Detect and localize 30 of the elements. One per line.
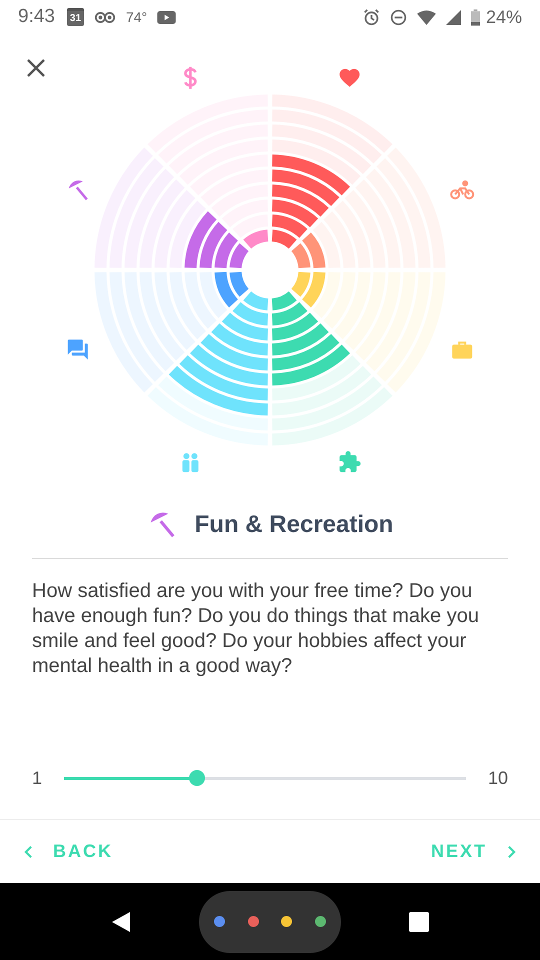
wifi-icon	[416, 10, 436, 24]
bicycle-icon[interactable]	[450, 180, 474, 200]
play-icon	[157, 10, 176, 24]
overview-icon[interactable]	[409, 912, 429, 932]
dollar-icon[interactable]	[184, 66, 197, 90]
back-button[interactable]: BACK	[20, 837, 117, 866]
slider-max-label: 10	[488, 768, 508, 788]
clock-time: 9:43	[18, 6, 55, 28]
briefcase-icon[interactable]	[452, 342, 472, 359]
calendar-icon: 31	[66, 8, 84, 26]
next-button[interactable]: NEXT	[426, 837, 520, 866]
people-icon[interactable]	[182, 453, 198, 472]
alarm-icon	[362, 8, 380, 26]
heart-icon[interactable]	[340, 68, 360, 87]
puzzle-icon[interactable]	[340, 451, 361, 472]
close-button[interactable]	[26, 58, 46, 78]
slider-thumb[interactable]	[188, 770, 205, 786]
slider-min-label: 1	[32, 768, 42, 788]
temperature: 74°	[126, 9, 148, 25]
do-not-disturb-icon	[390, 8, 407, 26]
back-nav-icon[interactable]	[111, 910, 131, 932]
chevron-left-icon	[24, 844, 33, 858]
category-title: Fun & Recreation	[194, 511, 394, 539]
chevron-right-icon	[507, 844, 516, 858]
question-text: How satisfied are you with your free time? Do you have enough fun? Do you do things that make you smile and feel good? Do your hobbies affect your mental health in a good way?	[32, 579, 480, 679]
rating-slider[interactable]	[64, 770, 466, 786]
chat-icon[interactable]	[68, 340, 88, 360]
battery-percent: 24%	[486, 6, 522, 28]
battery-icon	[470, 8, 480, 26]
signal-icon	[446, 10, 461, 24]
